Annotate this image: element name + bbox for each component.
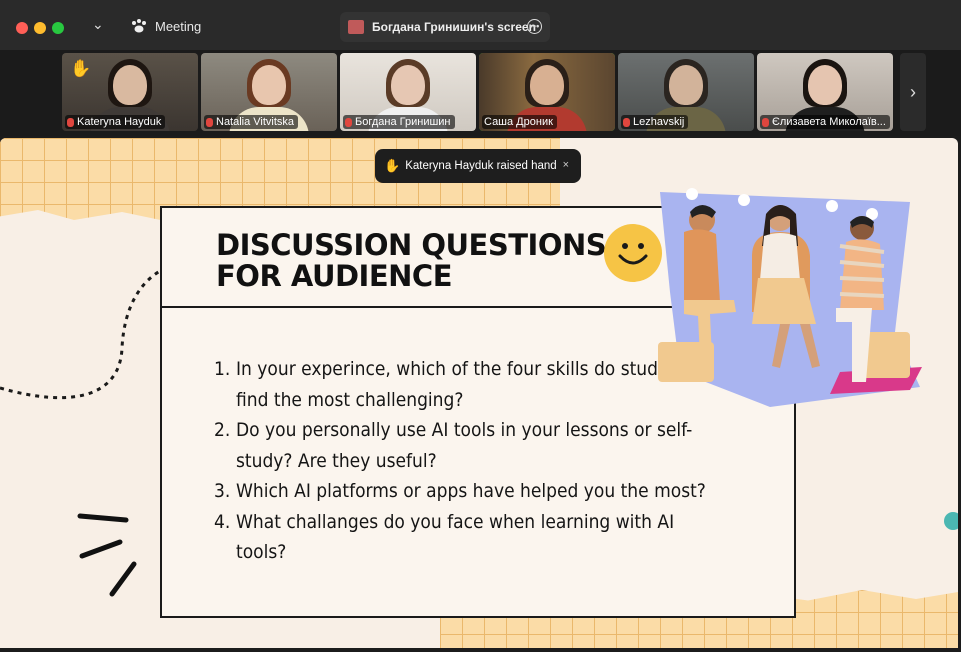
discussion-people-illustration — [658, 188, 922, 407]
participant-tile-active-speaker[interactable]: Саша Дроник — [479, 53, 615, 131]
muted-mic-icon — [67, 117, 74, 127]
raised-hand-icon: ✋ — [384, 158, 401, 173]
participant-name-tag: Natalia Vitvitska — [204, 115, 299, 129]
participant-tile[interactable]: Lezhavskij — [618, 53, 754, 131]
participant-name-tag: Саша Дроник — [482, 115, 557, 129]
raised-hand-icon: ✋ — [70, 59, 92, 78]
question-item: 1. In your experince, which of the four … — [214, 358, 695, 411]
raised-hand-notification: ✋ Kateryna Hayduk raised hand × — [375, 149, 581, 183]
questions-list: 1. In your experince, which of the four … — [214, 354, 714, 568]
ellipsis-icon[interactable]: ••• — [527, 19, 542, 34]
slide-title: DISCUSSION QUESTIONS FOR AUDIENCE — [216, 228, 607, 293]
notification-text: Kateryna Hayduk raised hand — [405, 160, 557, 172]
title-bar: ⌄ Meeting Богдана Гринишин's screen ••• — [0, 0, 961, 50]
participant-name-tag: Kateryna Hayduk — [65, 115, 166, 129]
accent-strokes-icon — [77, 513, 137, 597]
participant-name-tag: Богдана Гринишин — [343, 115, 455, 129]
fullscreen-window-button[interactable] — [52, 22, 64, 34]
participant-tile[interactable]: Єлизавета Миколаїв... — [757, 53, 893, 131]
meeting-title-label: Meeting — [155, 18, 202, 34]
screen-share-indicator[interactable]: Богдана Гринишин's screen ••• — [340, 12, 550, 42]
participant-name-tag: Lezhavskij — [621, 115, 689, 129]
muted-mic-icon — [345, 117, 352, 127]
participant-tile[interactable]: Богдана Гринишин — [340, 53, 476, 131]
close-window-button[interactable] — [16, 22, 28, 34]
meeting-title[interactable]: Meeting — [130, 18, 201, 34]
shared-screen-slide: DISCUSSION QUESTIONS FOR AUDIENCE 1. In … — [0, 138, 958, 648]
sharer-avatar — [348, 20, 364, 34]
muted-mic-icon — [206, 117, 213, 127]
chevron-right-icon[interactable]: › — [900, 53, 926, 131]
question-item: 4. What challanges do you face when lear… — [214, 510, 675, 564]
chevron-down-icon[interactable]: ⌄ — [92, 16, 104, 33]
question-item: 2. Do you personally use AI tools in you… — [214, 419, 693, 472]
participant-tile[interactable]: Natalia Vitvitska — [201, 53, 337, 131]
question-item: 3. Which AI platforms or apps have helpe… — [214, 480, 706, 502]
floating-control-dot[interactable] — [944, 512, 958, 530]
participant-name-tag: Єлизавета Миколаїв... — [760, 115, 890, 129]
paw-icon — [132, 19, 146, 33]
muted-mic-icon — [623, 117, 630, 127]
muted-mic-icon — [762, 117, 769, 127]
participant-strip: ✋ Kateryna Hayduk Natalia Vitvitska Богд… — [0, 50, 961, 136]
minimize-window-button[interactable] — [34, 22, 46, 34]
participant-tile[interactable]: ✋ Kateryna Hayduk — [62, 53, 198, 131]
share-title: Богдана Гринишин's screen — [372, 20, 536, 34]
close-icon[interactable]: × — [563, 159, 569, 171]
